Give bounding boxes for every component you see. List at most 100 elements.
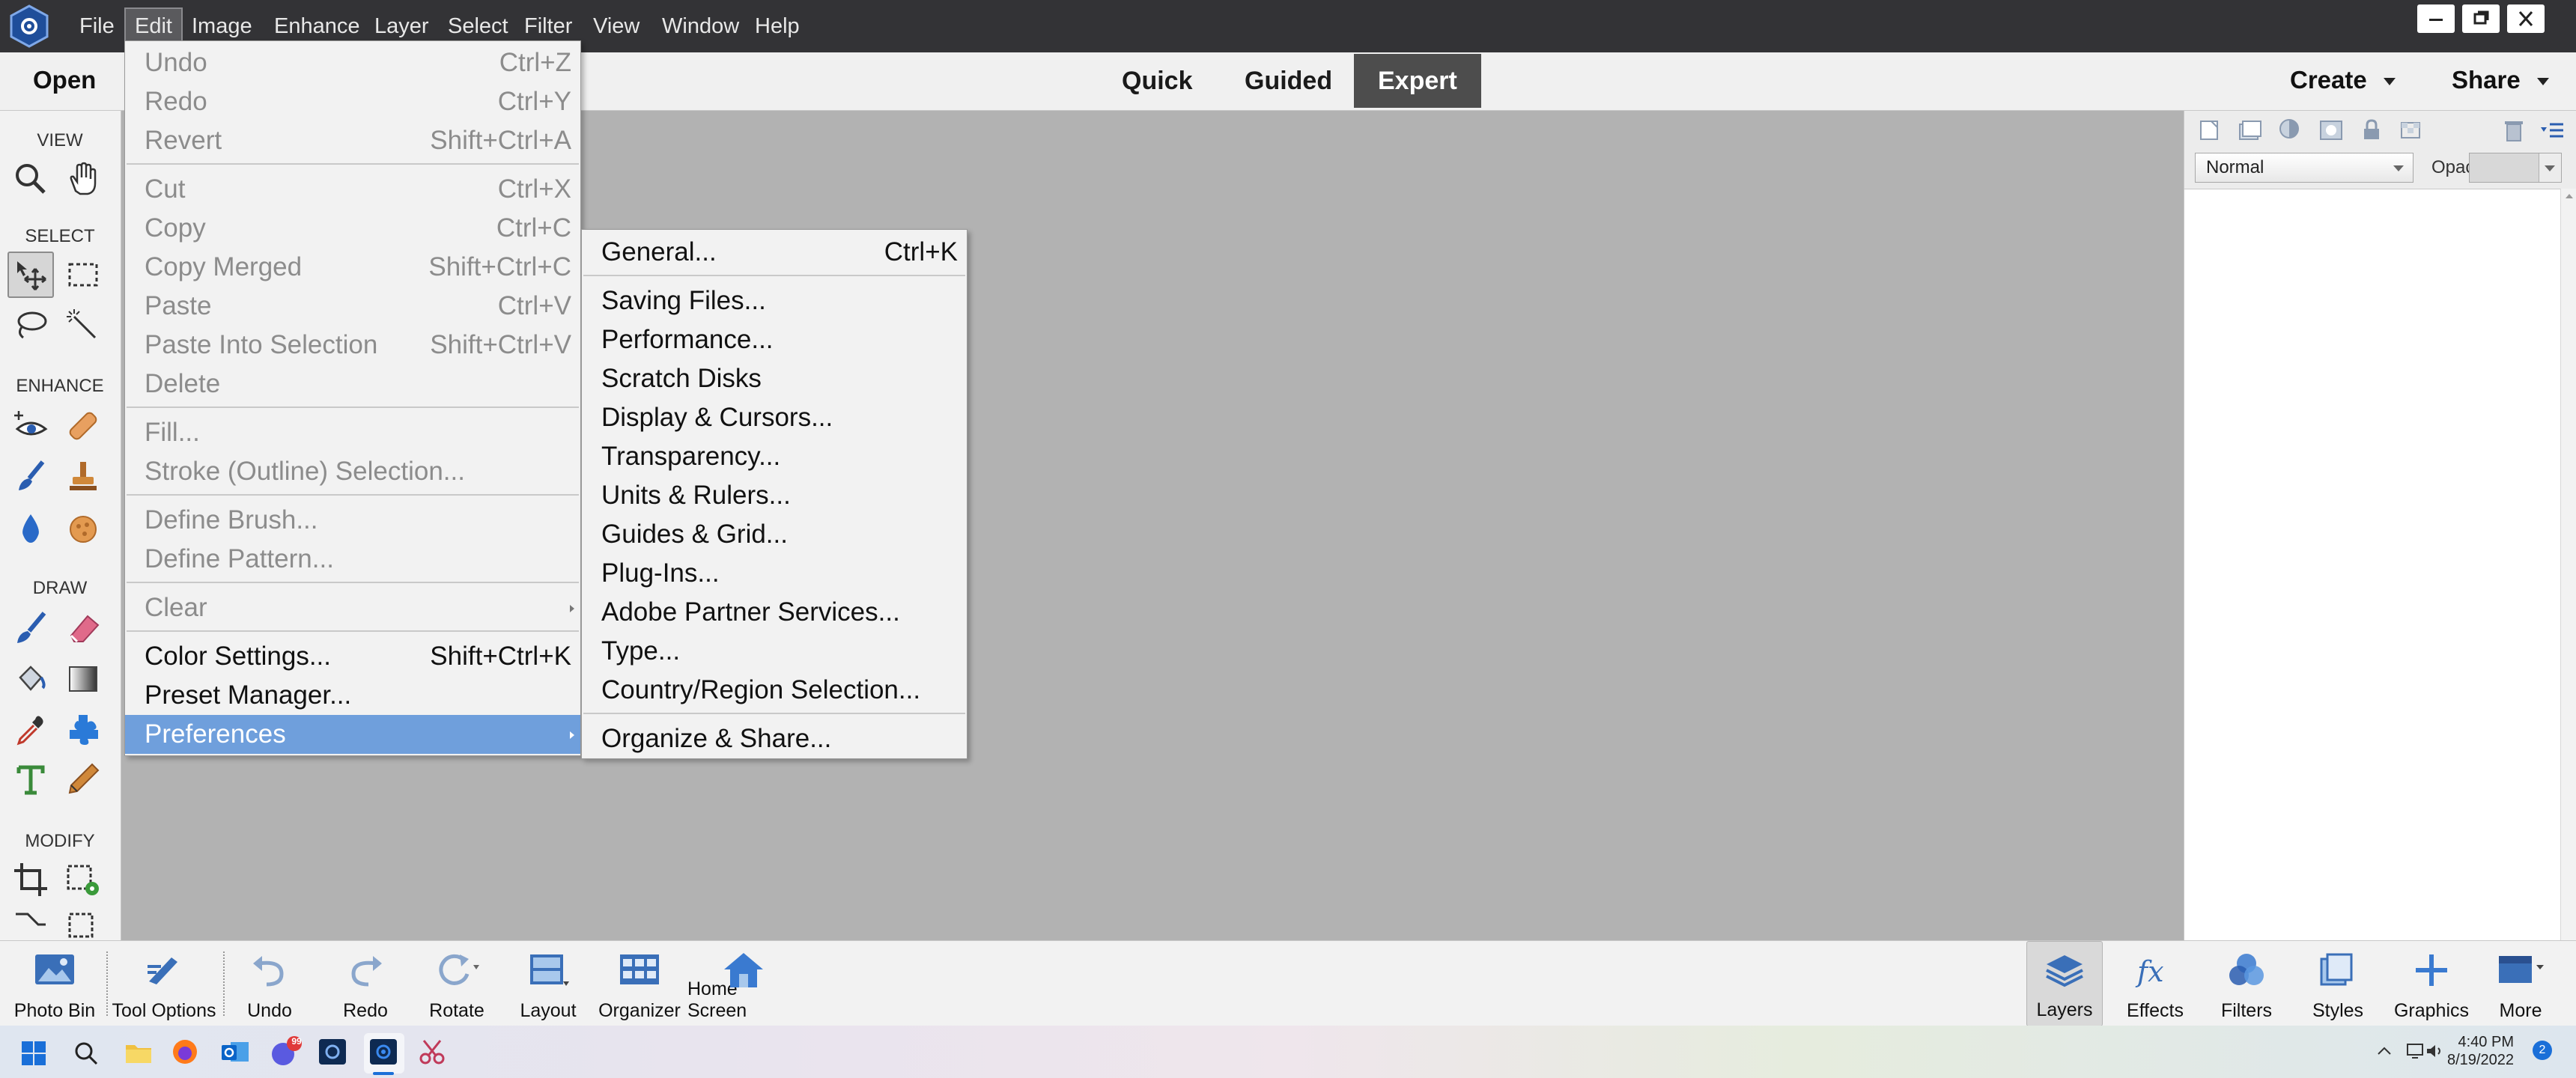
content-move-icon[interactable] bbox=[60, 909, 106, 940]
firefox-icon[interactable] bbox=[171, 1038, 199, 1070]
create-button[interactable]: Create bbox=[2290, 66, 2396, 94]
tab-guided[interactable]: Guided bbox=[1221, 54, 1356, 108]
crop-tool-icon[interactable] bbox=[7, 856, 54, 903]
menu-item-organize-share[interactable]: Organize & Share... bbox=[582, 719, 967, 758]
menu-help[interactable]: Help bbox=[746, 7, 809, 45]
menu-edit[interactable]: Edit bbox=[124, 7, 183, 45]
snipping-tool-icon[interactable] bbox=[418, 1038, 448, 1070]
search-icon[interactable] bbox=[73, 1041, 99, 1070]
zoom-tool-icon[interactable] bbox=[7, 156, 54, 202]
tab-expert[interactable]: Expert bbox=[1354, 54, 1481, 108]
elements-organizer-icon[interactable] bbox=[318, 1038, 347, 1070]
menu-item-clear[interactable]: Clear bbox=[125, 588, 580, 627]
healing-brush-icon[interactable] bbox=[60, 403, 106, 449]
graphics-button[interactable]: Graphics bbox=[2390, 941, 2473, 1026]
opacity-input[interactable] bbox=[2469, 153, 2562, 183]
panel-menu-icon[interactable] bbox=[2539, 118, 2566, 146]
menu-select[interactable]: Select bbox=[439, 7, 517, 45]
filters-button[interactable]: Filters bbox=[2209, 941, 2284, 1026]
smart-brush-icon[interactable] bbox=[7, 454, 54, 500]
photo-bin-button[interactable]: Photo Bin bbox=[7, 941, 102, 1026]
menu-item-saving-files[interactable]: Saving Files... bbox=[582, 281, 967, 320]
menu-filter[interactable]: Filter bbox=[515, 7, 581, 45]
menu-item-delete[interactable]: Delete bbox=[125, 365, 580, 404]
more-button[interactable]: More bbox=[2483, 941, 2558, 1026]
layout-button[interactable]: Layout bbox=[512, 941, 584, 1026]
redo-button[interactable]: Redo bbox=[328, 941, 403, 1026]
new-layer-icon[interactable] bbox=[2196, 117, 2223, 147]
menu-item-revert[interactable]: Revert Shift+Ctrl+A bbox=[125, 121, 580, 160]
share-button[interactable]: Share bbox=[2452, 66, 2549, 94]
minimize-button[interactable] bbox=[2417, 4, 2455, 33]
tab-quick[interactable]: Quick bbox=[1098, 54, 1216, 108]
open-button[interactable]: Open bbox=[33, 66, 96, 94]
restore-button[interactable] bbox=[2462, 4, 2500, 33]
menu-view[interactable]: View bbox=[584, 7, 648, 45]
menu-item-cut[interactable]: Cut Ctrl+X bbox=[125, 170, 580, 209]
lock-all-icon[interactable] bbox=[2358, 117, 2385, 147]
marquee-tool-icon[interactable] bbox=[60, 252, 106, 298]
menu-item-redo[interactable]: Redo Ctrl+Y bbox=[125, 82, 580, 121]
red-eye-tool-icon[interactable] bbox=[7, 403, 54, 449]
layers-scrollbar[interactable] bbox=[2560, 189, 2576, 940]
menu-item-define-pattern[interactable]: Define Pattern... bbox=[125, 540, 580, 579]
close-button[interactable] bbox=[2507, 4, 2545, 33]
layer-mask-icon[interactable] bbox=[2318, 117, 2345, 147]
move-tool-icon[interactable] bbox=[7, 252, 54, 298]
menu-item-define-brush[interactable]: Define Brush... bbox=[125, 501, 580, 540]
menu-item-plug-ins[interactable]: Plug-Ins... bbox=[582, 554, 967, 593]
magic-wand-icon[interactable] bbox=[60, 302, 106, 349]
menu-item-preferences[interactable]: Preferences bbox=[125, 715, 580, 754]
outlook-icon[interactable] bbox=[220, 1038, 250, 1070]
organizer-button[interactable]: Organizer bbox=[596, 941, 683, 1026]
hand-tool-icon[interactable] bbox=[60, 156, 106, 202]
gradient-tool-icon[interactable] bbox=[60, 656, 106, 702]
menu-item-paste[interactable]: Paste Ctrl+V bbox=[125, 287, 580, 326]
app-logo-icon[interactable] bbox=[7, 4, 51, 48]
eyedropper-icon[interactable] bbox=[7, 707, 54, 753]
styles-button[interactable]: Styles bbox=[2300, 941, 2375, 1026]
menu-enhance[interactable]: Enhance bbox=[265, 7, 369, 45]
undo-button[interactable]: Undo bbox=[232, 941, 307, 1026]
eraser-tool-icon[interactable] bbox=[60, 605, 106, 651]
menu-item-stroke-selection[interactable]: Stroke (Outline) Selection... bbox=[125, 452, 580, 491]
menu-item-copy[interactable]: Copy Ctrl+C bbox=[125, 209, 580, 248]
menu-item-general[interactable]: General... Ctrl+K bbox=[582, 233, 967, 272]
menu-item-type[interactable]: Type... bbox=[582, 632, 967, 671]
new-group-icon[interactable] bbox=[2237, 117, 2264, 147]
menu-layer[interactable]: Layer bbox=[365, 7, 438, 45]
menu-item-fill[interactable]: Fill... bbox=[125, 413, 580, 452]
notification-badge[interactable]: 2 bbox=[2533, 1041, 2552, 1060]
menu-item-preset-manager[interactable]: Preset Manager... bbox=[125, 676, 580, 715]
menu-item-display-cursors[interactable]: Display & Cursors... bbox=[582, 398, 967, 437]
menu-window[interactable]: Window bbox=[653, 7, 748, 45]
tool-options-button[interactable]: Tool Options bbox=[111, 941, 217, 1026]
menu-item-transparency[interactable]: Transparency... bbox=[582, 437, 967, 476]
windows-start-icon[interactable] bbox=[21, 1041, 46, 1070]
layers-button[interactable]: Layers bbox=[2026, 941, 2103, 1026]
paint-bucket-icon[interactable] bbox=[7, 656, 54, 702]
home-screen-button[interactable]: Home Screen bbox=[687, 941, 800, 1026]
layers-list[interactable] bbox=[2184, 189, 2560, 940]
custom-shape-icon[interactable] bbox=[60, 707, 106, 753]
menu-item-adobe-partner-services[interactable]: Adobe Partner Services... bbox=[582, 593, 967, 632]
menu-item-copy-merged[interactable]: Copy Merged Shift+Ctrl+C bbox=[125, 248, 580, 287]
blend-mode-select[interactable]: Normal bbox=[2195, 153, 2414, 183]
menu-image[interactable]: Image bbox=[183, 7, 261, 45]
volume-icon[interactable] bbox=[2425, 1042, 2444, 1064]
network-icon[interactable] bbox=[2405, 1042, 2425, 1064]
menu-item-paste-into-selection[interactable]: Paste Into Selection Shift+Ctrl+V bbox=[125, 326, 580, 365]
rotate-button[interactable]: Rotate bbox=[419, 941, 494, 1026]
sponge-tool-icon[interactable] bbox=[60, 505, 106, 551]
menu-item-performance[interactable]: Performance... bbox=[582, 320, 967, 359]
menu-item-color-settings[interactable]: Color Settings... Shift+Ctrl+K bbox=[125, 637, 580, 676]
taskbar-clock[interactable]: 4:40 PM 8/19/2022 bbox=[2447, 1033, 2514, 1069]
pencil-tool-icon[interactable] bbox=[60, 756, 106, 803]
menu-item-undo[interactable]: Undo Ctrl+Z bbox=[125, 43, 580, 82]
lasso-tool-icon[interactable] bbox=[7, 302, 54, 349]
brush-tool-icon[interactable] bbox=[7, 605, 54, 651]
menu-file[interactable]: File bbox=[70, 7, 124, 45]
menu-item-scratch-disks[interactable]: Scratch Disks bbox=[582, 359, 967, 398]
lock-transparent-icon[interactable] bbox=[2399, 117, 2425, 147]
menu-item-guides-grid[interactable]: Guides & Grid... bbox=[582, 515, 967, 554]
